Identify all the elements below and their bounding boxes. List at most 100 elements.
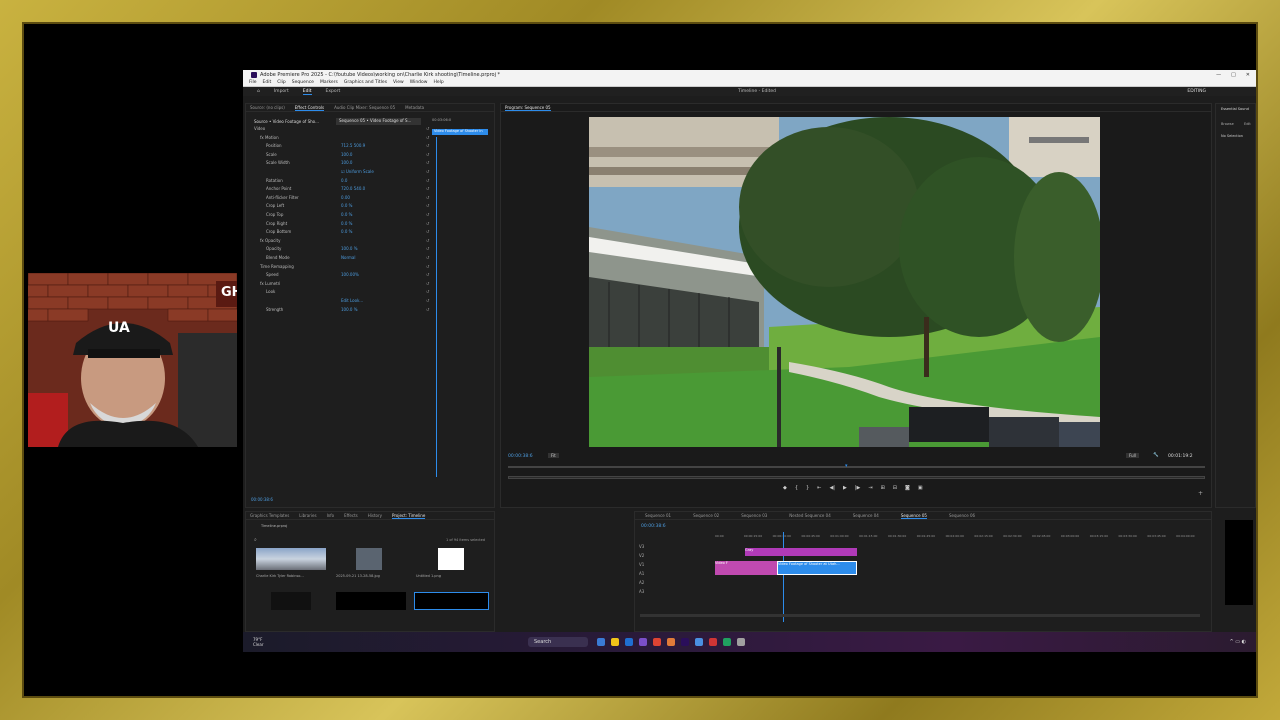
ec-row-value[interactable]: 100.0 % <box>341 246 358 251</box>
tab-program[interactable]: Program: Sequence 05 <box>505 105 551 111</box>
reset-icon[interactable]: ↺ <box>426 221 429 226</box>
tab-history[interactable]: History <box>368 513 382 518</box>
ec-row-label[interactable]: Anchor Point <box>266 186 291 191</box>
program-timecode[interactable]: 00:00:38:6 <box>508 454 533 459</box>
play-icon[interactable]: ▶ <box>843 485 847 491</box>
opera-icon[interactable] <box>709 638 717 646</box>
tab-info[interactable]: Info <box>327 513 335 518</box>
taskbar-search[interactable]: Search <box>528 637 588 647</box>
tab-sequence-02[interactable]: Sequence 02 <box>693 513 719 518</box>
tab-libraries[interactable]: Libraries <box>299 513 316 518</box>
reset-icon[interactable]: ↺ <box>426 143 429 148</box>
track-header-a1[interactable]: A1 <box>639 571 644 576</box>
ec-row-value[interactable]: 712.5 500.9 <box>341 143 365 148</box>
project-thumb-1[interactable] <box>256 548 326 570</box>
ec-row-label[interactable]: Opacity <box>266 246 281 251</box>
reset-icon[interactable]: ↺ <box>426 178 429 183</box>
ec-row-value[interactable]: 100.00% <box>341 272 359 277</box>
ec-row-value[interactable]: 0.0 % <box>341 203 352 208</box>
ec-row-label[interactable]: Crop Left <box>266 203 284 208</box>
ec-row-value[interactable]: 0.0 % <box>341 229 352 234</box>
ec-playhead[interactable] <box>436 137 437 477</box>
timeline-timecode[interactable]: 00:00:38:6 <box>641 524 666 529</box>
tab-sequence-05[interactable]: Sequence 05 <box>900 513 927 519</box>
zoom-select[interactable]: Fit <box>548 453 559 458</box>
step-back-icon[interactable]: ◀| <box>829 485 835 491</box>
program-scrub-bar[interactable] <box>508 466 1205 468</box>
maximize-button[interactable]: □ <box>1231 72 1236 78</box>
mark-out-icon[interactable]: } <box>806 485 809 491</box>
ec-row-label[interactable]: fx Motion <box>260 135 279 140</box>
ec-row-label[interactable]: Video <box>254 126 265 131</box>
ec-row-value[interactable]: 0.00 <box>341 195 350 200</box>
menu-view[interactable]: View <box>393 80 404 85</box>
resolution-select[interactable]: Full <box>1126 453 1139 458</box>
reset-icon[interactable]: ↺ <box>426 246 429 251</box>
windows-start-icon[interactable] <box>513 638 521 646</box>
project-thumb-5[interactable] <box>336 592 406 610</box>
track-header-v3[interactable]: V3 <box>639 544 644 549</box>
reset-icon[interactable]: ↺ <box>426 264 429 269</box>
reset-icon[interactable]: ↺ <box>426 289 429 294</box>
clip-v2-gray[interactable]: Gray <box>745 548 857 556</box>
ec-row-label[interactable]: Blend Mode <box>266 255 290 260</box>
tab-audio-clip-mixer[interactable]: Audio Clip Mixer: Sequence 05 <box>334 105 395 110</box>
tab-sequence-03[interactable]: Sequence 03 <box>741 513 767 518</box>
reset-icon[interactable]: ↺ <box>426 186 429 191</box>
reset-icon[interactable]: ↺ <box>426 160 429 165</box>
track-header-a3[interactable]: A3 <box>639 589 644 594</box>
timeline-playhead[interactable] <box>783 532 784 622</box>
workspace-tab-export[interactable]: Export <box>326 89 341 94</box>
reset-icon[interactable]: ↺ <box>426 255 429 260</box>
reset-icon[interactable]: ↺ <box>426 135 429 140</box>
export-frame-icon[interactable]: ◙ <box>905 485 910 491</box>
tab-project[interactable]: Project: Timeline <box>391 513 426 519</box>
ec-row-label[interactable]: Time Remapping <box>260 264 294 269</box>
ec-row-label[interactable]: fx Opacity <box>260 238 280 243</box>
photos-icon[interactable] <box>695 638 703 646</box>
essential-sound-tab-browse[interactable]: Browse <box>1221 122 1234 126</box>
menu-file[interactable]: File <box>249 80 257 85</box>
sequence-selector[interactable]: Sequence 05 • Video Footage of S... <box>336 118 421 125</box>
extract-icon[interactable]: ⊟ <box>893 485 897 491</box>
firefox-icon[interactable] <box>667 638 675 646</box>
tab-effects[interactable]: Effects <box>344 513 358 518</box>
project-thumb-2[interactable] <box>356 548 382 570</box>
reset-icon[interactable]: ↺ <box>426 169 429 174</box>
program-zoom-bar[interactable] <box>508 476 1205 479</box>
ec-row-value[interactable]: 720.0 540.0 <box>341 186 365 191</box>
menu-markers[interactable]: Markers <box>320 80 338 85</box>
menu-edit[interactable]: Edit <box>263 80 272 85</box>
tab-graphics-templates[interactable]: Graphics Templates <box>250 513 289 518</box>
timeline-ruler[interactable]: 00:00 00:00:15:00 00:00:30:00 00:00:45:00 00… <box>715 534 1205 540</box>
ec-clip-bar[interactable]: Video Footage of Shooter in <box>432 129 488 135</box>
ec-row-value[interactable]: 0.0 <box>341 178 347 183</box>
task-view-icon[interactable] <box>597 638 605 646</box>
ec-row-label[interactable]: Scale Width <box>266 160 290 165</box>
reset-icon[interactable]: ↺ <box>426 229 429 234</box>
ec-row-value[interactable]: Edit Look... <box>341 298 363 303</box>
ec-row-value[interactable]: Normal <box>341 255 355 260</box>
tab-effect-controls[interactable]: Effect Controls <box>294 105 325 111</box>
comparison-icon[interactable]: ▣ <box>918 485 923 491</box>
minimize-button[interactable]: — <box>1216 72 1221 78</box>
ec-row-label[interactable]: Crop Right <box>266 221 287 226</box>
lift-icon[interactable]: ⊞ <box>881 485 885 491</box>
menu-clip[interactable]: Clip <box>277 80 286 85</box>
add-button-icon[interactable]: + <box>1198 490 1203 497</box>
reset-icon[interactable]: ↺ <box>426 272 429 277</box>
settings-app-icon[interactable] <box>737 638 745 646</box>
file-explorer-icon[interactable] <box>611 638 619 646</box>
tab-sequence-06[interactable]: Sequence 06 <box>949 513 975 518</box>
reset-icon[interactable]: ↺ <box>426 152 429 157</box>
reset-icon[interactable]: ↺ <box>426 307 429 312</box>
marker-icon[interactable]: ◆ <box>783 485 787 491</box>
ec-row-label[interactable]: Speed <box>266 272 279 277</box>
essential-sound-tab-edit[interactable]: Edit <box>1244 122 1251 126</box>
ec-row-value[interactable]: 100.0 <box>341 160 352 165</box>
workspace-tab-import[interactable]: Import <box>274 89 289 94</box>
menu-graphics[interactable]: Graphics and Titles <box>344 80 387 85</box>
premiere-icon[interactable] <box>681 638 689 646</box>
project-thumb-3[interactable] <box>438 548 464 570</box>
timeline-zoom-bar[interactable] <box>640 614 1200 617</box>
